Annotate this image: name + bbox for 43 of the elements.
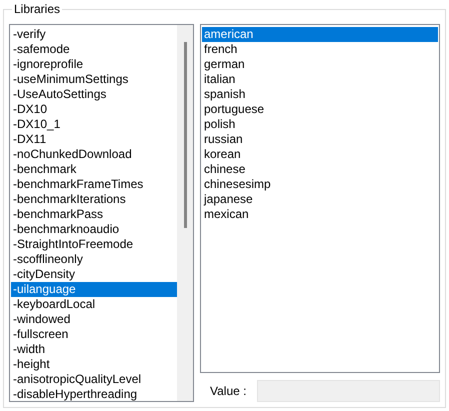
- list-item[interactable]: -DX10: [11, 102, 177, 117]
- list-item[interactable]: french: [202, 42, 438, 57]
- list-item[interactable]: -useMinimumSettings: [11, 72, 177, 87]
- list-item[interactable]: -height: [11, 357, 177, 372]
- list-item[interactable]: polish: [202, 117, 438, 132]
- list-item[interactable]: -DX11: [11, 132, 177, 147]
- list-item[interactable]: -anisotropicQualityLevel: [11, 372, 177, 387]
- option-list[interactable]: american french german italian spanish portuguese polish russian korean chinese chinesesimp japanese mexican: [200, 24, 440, 373]
- list-item[interactable]: -benchmarknoaudio: [11, 222, 177, 237]
- list-item[interactable]: -scofflineonly: [11, 252, 177, 267]
- list-item[interactable]: -benchmarkPass: [11, 207, 177, 222]
- list-item[interactable]: -DX10_1: [11, 117, 177, 132]
- list-item[interactable]: japanese: [202, 192, 438, 207]
- list-item[interactable]: -noChunkedDownload: [11, 147, 177, 162]
- list-item[interactable]: -cityDensity: [11, 267, 177, 282]
- list-item[interactable]: portuguese: [202, 102, 438, 117]
- list-item[interactable]: -ignoreprofile: [11, 57, 177, 72]
- list-item[interactable]: mexican: [202, 207, 438, 222]
- list-item[interactable]: -keyboardLocal: [11, 297, 177, 312]
- list-item[interactable]: -width: [11, 342, 177, 357]
- list-item[interactable]: -safemode: [11, 42, 177, 57]
- list-item[interactable]: german: [202, 57, 438, 72]
- argument-list[interactable]: [9, 24, 194, 402]
- list-item[interactable]: chinesesimp: [202, 177, 438, 192]
- list-item[interactable]: -benchmarkIterations: [11, 192, 177, 207]
- list-item[interactable]: italian: [202, 72, 438, 87]
- scrollbar[interactable]: [177, 25, 193, 401]
- list-item[interactable]: -UseAutoSettings: [11, 87, 177, 102]
- list-item[interactable]: -verify: [11, 27, 177, 42]
- list-item[interactable]: korean: [202, 147, 438, 162]
- value-label: Value :: [209, 384, 248, 398]
- list-item[interactable]: american: [202, 27, 438, 42]
- list-item[interactable]: -uilanguage: [11, 282, 177, 297]
- list-item[interactable]: chinese: [202, 162, 438, 177]
- list-item[interactable]: -benchmark: [11, 162, 177, 177]
- list-item[interactable]: -benchmarkFrameTimes: [11, 177, 177, 192]
- list-item[interactable]: -disableHyperthreading: [11, 387, 177, 401]
- list-item[interactable]: -StraightIntoFreemode: [11, 237, 177, 252]
- list-item[interactable]: russian: [202, 132, 438, 147]
- list-item[interactable]: -windowed: [11, 312, 177, 327]
- scroll-thumb[interactable]: [184, 42, 186, 228]
- list-item[interactable]: -fullscreen: [11, 327, 177, 342]
- list-item[interactable]: spanish: [202, 87, 438, 102]
